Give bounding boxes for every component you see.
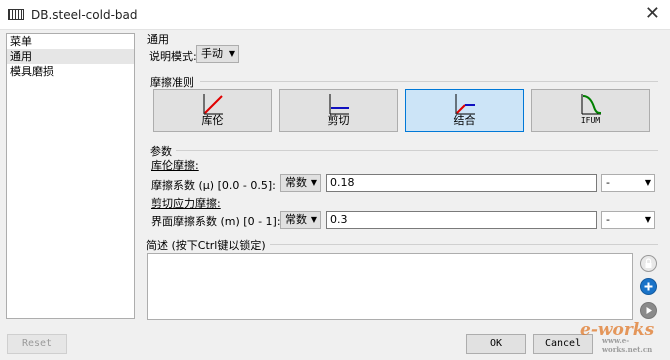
title-bar: DB.steel-cold-bad ✕ [0, 0, 670, 30]
coulomb-type-value: 常数 [285, 176, 307, 189]
shear-coefficient-label: 界面摩擦系数 (m) [0 - 1]: [151, 215, 281, 228]
sidebar-item-die-wear[interactable]: 模具磨损 [7, 64, 134, 79]
divider [200, 81, 658, 82]
coulomb-unit-value: - [606, 176, 610, 189]
shear-heading: 剪切应力摩擦: [151, 197, 221, 210]
sidebar-item-general[interactable]: 通用 [7, 49, 134, 64]
window-title: DB.steel-cold-bad [31, 8, 138, 22]
watermark-logo: e-works www.e-works.net.cn [580, 320, 670, 354]
notes-textarea[interactable] [147, 253, 633, 320]
app-icon [8, 9, 24, 20]
coulomb-law-button[interactable]: 库伦 [153, 89, 272, 132]
notes-label: 简述 (按下Ctrl键以锁定) [146, 239, 266, 252]
lock-icon[interactable] [640, 255, 657, 272]
coulomb-law-label: 库伦 [201, 114, 224, 127]
coulomb-unit-select[interactable]: - ▼ [601, 174, 655, 192]
shear-unit-select[interactable]: - ▼ [601, 211, 655, 229]
coulomb-coefficient-label: 摩擦系数 (μ) [0.0 - 0.5]: [151, 179, 276, 192]
sidebar-tree: 菜单 通用 模具磨损 [6, 33, 135, 319]
sidebar-item-menu[interactable]: 菜单 [7, 34, 134, 49]
ifum-law-label: IFUM [580, 116, 601, 125]
chevron-down-icon: ▼ [644, 215, 651, 224]
coulomb-coefficient-input[interactable]: 0.18 [326, 174, 597, 192]
ok-button[interactable]: OK [466, 334, 526, 354]
ifum-law-button[interactable]: IFUM [531, 89, 650, 132]
ifum-curve-icon [581, 94, 601, 115]
shear-type-value: 常数 [285, 213, 307, 226]
coulomb-type-select[interactable]: 常数 ▼ [280, 174, 321, 192]
friction-law-group-label: 摩擦准则 [150, 76, 194, 89]
mode-label: 说明模式: [149, 50, 197, 63]
chevron-down-icon: ▼ [228, 49, 235, 58]
close-icon[interactable]: ✕ [645, 4, 660, 24]
add-icon[interactable] [640, 278, 657, 295]
mode-select-value: 手动 [201, 47, 223, 60]
chevron-down-icon: ▼ [310, 215, 317, 224]
coulomb-heading: 库伦摩擦: [151, 159, 199, 172]
combined-law-label: 结合 [453, 114, 476, 127]
shear-unit-value: - [606, 213, 610, 226]
chevron-down-icon: ▼ [644, 178, 651, 187]
shear-coefficient-input[interactable]: 0.3 [326, 211, 597, 229]
general-group-label: 通用 [147, 33, 169, 46]
shear-type-select[interactable]: 常数 ▼ [280, 211, 321, 229]
combined-curve-icon [455, 94, 475, 115]
combined-law-button[interactable]: 结合 [405, 89, 524, 132]
chevron-down-icon: ▼ [310, 178, 317, 187]
divider [270, 244, 658, 245]
play-icon[interactable] [640, 302, 657, 319]
divider [176, 150, 658, 151]
shear-law-button[interactable]: 剪切 [279, 89, 398, 132]
shear-curve-icon [329, 94, 349, 115]
coulomb-curve-icon [203, 94, 223, 115]
reset-button[interactable]: Reset [7, 334, 67, 354]
mode-select[interactable]: 手动 ▼ [196, 45, 239, 63]
shear-law-label: 剪切 [327, 114, 350, 127]
